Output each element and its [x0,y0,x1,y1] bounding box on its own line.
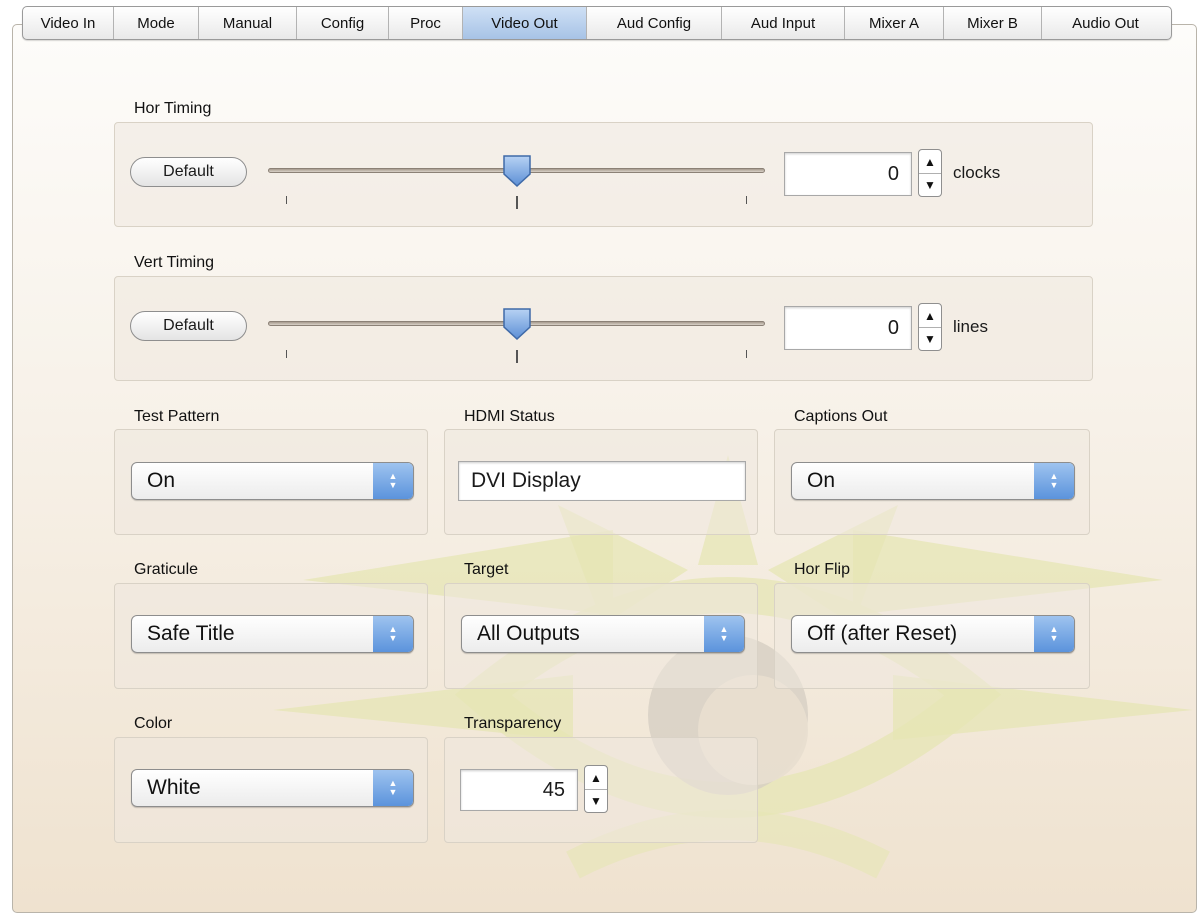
button-label: Default [163,163,214,180]
vert-timing-slider-thumb[interactable] [502,307,532,341]
tab-label: Video Out [491,14,558,32]
tab-mixer-b[interactable]: Mixer B [944,7,1042,39]
tab-label: Audio Out [1072,14,1139,32]
color-popup[interactable]: White ▲ ▼ [131,769,414,807]
popup-value: White [147,776,201,799]
tab-config[interactable]: Config [297,7,389,39]
tab-manual[interactable]: Manual [199,7,297,39]
vert-timing-group [114,276,1093,381]
tab-mixer-a[interactable]: Mixer A [845,7,944,39]
step-up-icon[interactable]: ▲ [919,150,941,174]
test-pattern-title: Test Pattern [134,408,220,425]
hor-timing-default-button[interactable]: Default [130,157,247,187]
vert-timing-title: Vert Timing [134,254,215,271]
hor-flip-popup[interactable]: Off (after Reset) ▲ ▼ [791,615,1075,653]
tab-label: Aud Input [750,14,816,32]
step-down-icon[interactable]: ▼ [585,789,607,812]
popup-arrows-icon: ▲ ▼ [373,770,413,806]
tab-label: Video In [40,14,96,32]
target-popup[interactable]: All Outputs ▲ ▼ [461,615,745,653]
hdmi-status-field: DVI Display [458,461,746,501]
slider-tick [286,196,287,204]
popup-value: Safe Title [147,622,235,645]
graticule-popup[interactable]: Safe Title ▲ ▼ [131,615,414,653]
popup-arrows-icon: ▲ ▼ [373,616,413,652]
tab-aud-config[interactable]: Aud Config [587,7,722,39]
step-down-icon[interactable]: ▼ [919,173,941,196]
step-up-icon[interactable]: ▲ [585,766,607,790]
popup-arrows-icon: ▲ ▼ [1034,616,1074,652]
slider-tick-center [516,196,518,209]
vert-timing-stepper[interactable]: ▲ ▼ [918,303,942,351]
step-up-icon[interactable]: ▲ [919,304,941,328]
captions-out-popup[interactable]: On ▲ ▼ [791,462,1075,500]
hor-timing-stepper[interactable]: ▲ ▼ [918,149,942,197]
graticule-title: Graticule [134,561,199,578]
slider-tick-center [516,350,518,363]
popup-arrows-icon: ▲ ▼ [373,463,413,499]
slider-tick [286,350,287,358]
tab-label: Mixer B [967,14,1018,32]
vert-timing-default-button[interactable]: Default [130,311,247,341]
hor-timing-value-field[interactable]: 0 [784,152,912,196]
tab-bar: Video In Mode Manual Config Proc Video O… [22,6,1172,40]
hor-timing-title: Hor Timing [134,100,212,117]
popup-arrows-icon: ▲ ▼ [704,616,744,652]
captions-out-title: Captions Out [794,408,888,425]
tab-label: Manual [222,14,273,32]
popup-value: All Outputs [477,622,580,645]
tab-label: Aud Config [616,14,692,32]
tab-aud-input[interactable]: Aud Input [722,7,845,39]
step-down-icon[interactable]: ▼ [919,327,941,350]
target-title: Target [464,561,509,578]
tab-label: Config [320,14,365,32]
tab-audio-out[interactable]: Audio Out [1042,7,1169,39]
popup-value: Off (after Reset) [807,622,958,645]
tab-video-in[interactable]: Video In [23,7,114,39]
hor-flip-title: Hor Flip [794,561,851,578]
transparency-value-field[interactable]: 45 [460,769,578,811]
test-pattern-popup[interactable]: On ▲ ▼ [131,462,414,500]
button-label: Default [163,317,214,334]
hor-timing-slider-thumb[interactable] [502,154,532,188]
tab-video-out[interactable]: Video Out [463,7,587,39]
hor-timing-group [114,122,1093,227]
popup-value: On [147,469,176,492]
transparency-title: Transparency [464,715,562,732]
popup-value: On [807,469,836,492]
vert-timing-value-field[interactable]: 0 [784,306,912,350]
transparency-stepper[interactable]: ▲ ▼ [584,765,608,813]
tab-mode[interactable]: Mode [114,7,199,39]
tab-label: Mode [137,14,175,32]
popup-arrows-icon: ▲ ▼ [1034,463,1074,499]
slider-tick [746,350,747,358]
tab-label: Mixer A [868,14,919,32]
tab-proc[interactable]: Proc [389,7,463,39]
tab-label: Proc [410,14,441,32]
slider-tick [746,196,747,204]
color-title: Color [134,715,173,732]
hdmi-status-title: HDMI Status [464,408,555,425]
vert-timing-unit: lines [953,317,988,336]
hor-timing-unit: clocks [953,163,1001,182]
